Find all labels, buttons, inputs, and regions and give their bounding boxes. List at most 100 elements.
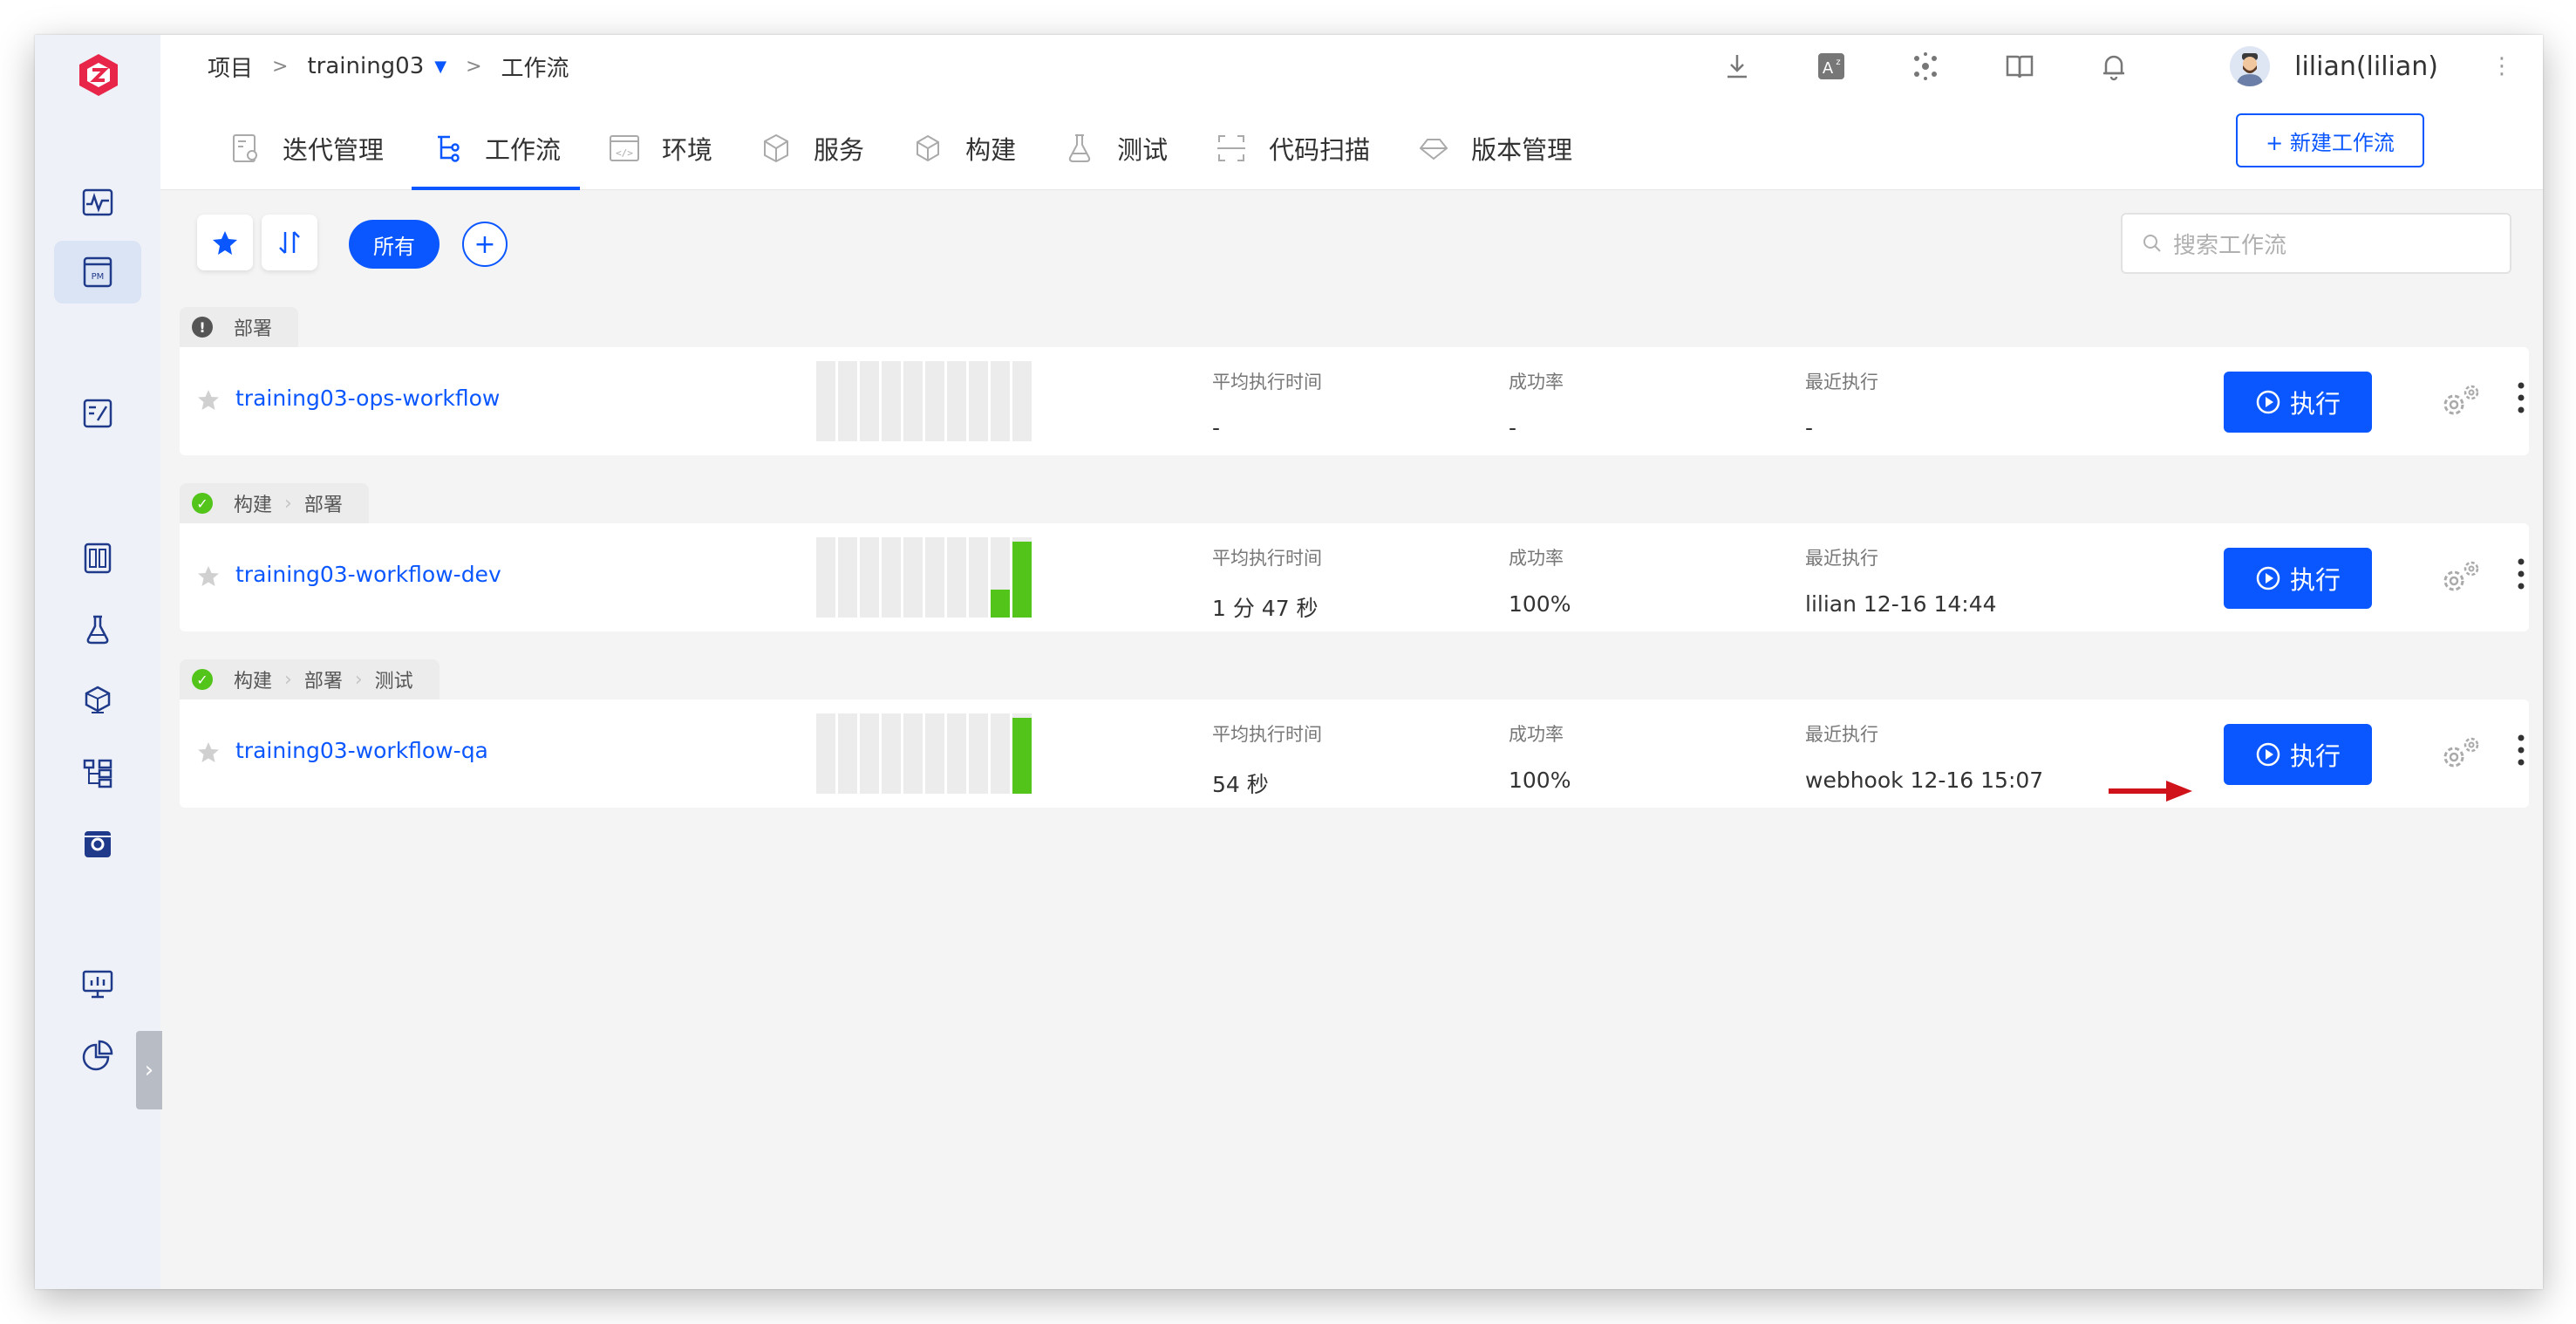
- more-vertical-icon[interactable]: ⋮: [2491, 53, 2513, 79]
- stage-label: 构建: [234, 671, 273, 693]
- new-workflow-button[interactable]: + 新建工作流: [2236, 113, 2424, 167]
- favorite-star-icon[interactable]: [195, 740, 221, 766]
- sort-arrows-icon: [279, 231, 300, 254]
- settings-gears-icon[interactable]: [2438, 382, 2482, 420]
- rail-project-icon[interactable]: PM: [54, 241, 141, 304]
- tab-version[interactable]: 版本管理: [1398, 106, 1591, 190]
- history-bar-slot[interactable]: [860, 361, 879, 441]
- tab-code-scan[interactable]: 代码扫描: [1196, 106, 1389, 190]
- user-name: lilian(lilian): [2294, 51, 2438, 82]
- svg-text:z: z: [1836, 58, 1840, 67]
- history-bar-slot[interactable]: [903, 713, 923, 794]
- history-bar-slot[interactable]: [882, 713, 901, 794]
- history-bar-slot[interactable]: [882, 537, 901, 618]
- breadcrumb-project-label[interactable]: 项目: [208, 51, 253, 83]
- history-bar-slot[interactable]: [1012, 361, 1032, 441]
- rail-hierarchy-icon[interactable]: [54, 741, 141, 804]
- history-bar-slot[interactable]: [947, 361, 966, 441]
- metric-label: 成功率: [1509, 724, 1564, 745]
- workflow-name-link[interactable]: training03-workflow-dev: [235, 562, 501, 587]
- metric-value: -: [1509, 415, 1517, 440]
- tab-label: 迭代管理: [283, 135, 385, 165]
- history-bar-slot[interactable]: [947, 537, 966, 618]
- download-icon[interactable]: [1717, 46, 1757, 86]
- user-menu[interactable]: lilian(lilian): [2230, 46, 2438, 86]
- top-header: 项目 > training03 ▼ > 工作流 Az lilian(lilian…: [160, 35, 2543, 190]
- rail-settings-box-icon[interactable]: [54, 813, 141, 876]
- history-bar-slot[interactable]: [816, 361, 835, 441]
- tab-service[interactable]: 服务: [740, 106, 883, 190]
- iteration-icon: [233, 134, 257, 162]
- tab-workflow[interactable]: 工作流: [412, 106, 581, 190]
- settings-gears-icon[interactable]: [2438, 734, 2482, 773]
- history-bar-slot[interactable]: [947, 713, 966, 794]
- favorite-star-icon[interactable]: [195, 563, 221, 590]
- history-bar-slot[interactable]: [838, 361, 857, 441]
- more-vertical-icon[interactable]: [2517, 380, 2525, 415]
- workflow-name-link[interactable]: training03-ops-workflow: [235, 386, 500, 411]
- rail-artifact-icon[interactable]: [54, 670, 141, 733]
- run-workflow-button[interactable]: 执行: [2224, 724, 2372, 785]
- breadcrumb-project-name[interactable]: training03: [307, 53, 424, 79]
- rail-monitor-icon[interactable]: [54, 171, 141, 234]
- settings-gears-icon[interactable]: [2438, 558, 2482, 597]
- history-bar-slot[interactable]: [969, 713, 988, 794]
- project-tabs: 迭代管理 工作流 </> 环境 服务 构建 测试 代码扫描 版本管理: [209, 106, 1600, 190]
- history-bar-slot[interactable]: [1012, 537, 1032, 618]
- history-bar-slot[interactable]: [903, 361, 923, 441]
- rail-pie-chart-icon[interactable]: [54, 1024, 141, 1087]
- history-bar-slot[interactable]: [991, 361, 1010, 441]
- history-bar-slot[interactable]: [925, 537, 944, 618]
- rail-edit-icon[interactable]: [54, 382, 141, 445]
- add-filter-button[interactable]: +: [462, 222, 508, 267]
- history-bar-slot[interactable]: [882, 361, 901, 441]
- history-bar-slot[interactable]: [860, 713, 879, 794]
- run-workflow-button[interactable]: 执行: [2224, 548, 2372, 609]
- history-bar-slot[interactable]: [991, 713, 1010, 794]
- history-bar-slot[interactable]: [925, 361, 944, 441]
- history-bar-slot[interactable]: [903, 537, 923, 618]
- run-workflow-button[interactable]: 执行: [2224, 372, 2372, 433]
- history-bar-slot[interactable]: [838, 537, 857, 618]
- sort-button[interactable]: [262, 215, 317, 270]
- history-bar-slot[interactable]: [969, 361, 988, 441]
- project-dropdown-caret-icon[interactable]: ▼: [434, 58, 446, 76]
- history-bar-slot[interactable]: [838, 713, 857, 794]
- success-rate-metric: 成功率 100%: [1509, 720, 1571, 793]
- tab-environment[interactable]: </> 环境: [589, 106, 732, 190]
- search-workflow-input[interactable]: 搜索工作流: [2121, 213, 2511, 274]
- translate-icon[interactable]: Az: [1811, 46, 1851, 86]
- metric-value: 100%: [1509, 591, 1571, 617]
- workflow-name-link[interactable]: training03-workflow-qa: [235, 738, 488, 763]
- play-circle-icon: [2256, 390, 2280, 414]
- history-bar-slot[interactable]: [860, 537, 879, 618]
- rail-test-flask-icon[interactable]: [54, 598, 141, 661]
- favorites-filter-button[interactable]: [197, 215, 253, 270]
- docs-book-icon[interactable]: [2000, 46, 2040, 86]
- tab-test[interactable]: 测试: [1044, 106, 1187, 190]
- history-bar-slot[interactable]: [925, 713, 944, 794]
- metric-value: -: [1805, 415, 1814, 440]
- history-bar-slot[interactable]: [969, 537, 988, 618]
- history-bar-slot[interactable]: [991, 537, 1010, 618]
- more-vertical-icon[interactable]: [2517, 556, 2525, 591]
- metric-label: 最近执行: [1805, 372, 1878, 392]
- rail-screen-chart-icon[interactable]: [54, 952, 141, 1015]
- rail-dashboard-icon[interactable]: [54, 527, 141, 590]
- success-check-icon: ✓: [192, 669, 213, 690]
- tab-iteration[interactable]: 迭代管理: [209, 106, 403, 190]
- tab-label: 代码扫描: [1269, 135, 1371, 165]
- notification-bell-icon[interactable]: [2094, 46, 2134, 86]
- favorite-star-icon[interactable]: [195, 387, 221, 413]
- rail-collapse-chevron-icon[interactable]: ›: [136, 1031, 162, 1109]
- history-bar-slot[interactable]: [1012, 713, 1032, 794]
- more-vertical-icon[interactable]: [2517, 733, 2525, 768]
- history-bar-slot[interactable]: [816, 537, 835, 618]
- network-icon[interactable]: [1905, 46, 1946, 86]
- app-logo-icon[interactable]: [74, 51, 123, 99]
- stage-label: 部署: [303, 671, 343, 693]
- filter-all-pill[interactable]: 所有: [349, 220, 440, 269]
- tab-build[interactable]: 构建: [892, 106, 1035, 190]
- history-bar-slot[interactable]: [816, 713, 835, 794]
- tab-label: 环境: [662, 135, 713, 165]
